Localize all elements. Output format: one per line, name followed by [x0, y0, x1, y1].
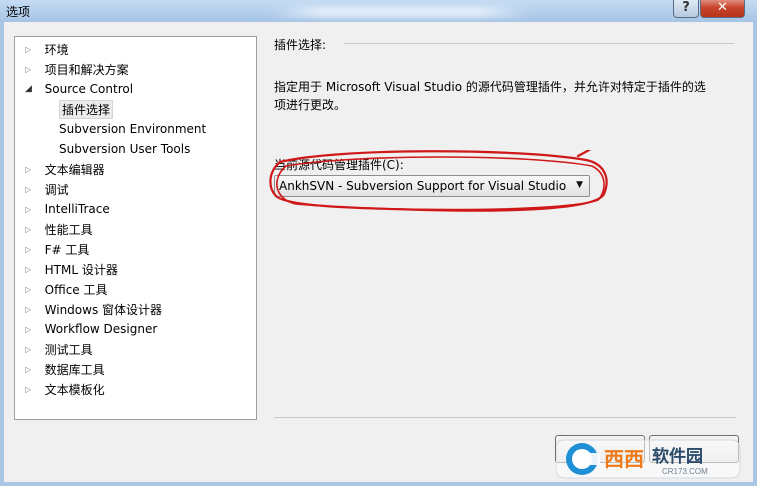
watermark-site: CR173.COM: [662, 467, 708, 476]
tree-item-label: Windows 窗体设计器: [44, 302, 163, 317]
tree-item-label: 项目和解决方案: [44, 62, 129, 77]
tree-item-label: F# 工具: [44, 242, 90, 257]
tree-item[interactable]: ▷ 项目和解决方案: [25, 60, 129, 78]
tree-item[interactable]: ▷ Office 工具: [25, 280, 107, 298]
watermark-brand: 西西: [604, 449, 644, 471]
tree-item[interactable]: ◢ Source Control: [25, 80, 133, 98]
tree-item[interactable]: ▷ F# 工具: [25, 240, 89, 258]
collapsed-arrow-icon[interactable]: ▷: [25, 325, 37, 334]
tree-item[interactable]: ▷ HTML 设计器: [25, 260, 118, 278]
collapsed-arrow-icon[interactable]: ▷: [25, 265, 37, 274]
collapsed-arrow-icon[interactable]: ▷: [25, 385, 37, 394]
tree-item-label: 环境: [44, 42, 69, 57]
bottom-divider: [274, 417, 736, 418]
tree-item-label: 文本模板化: [44, 382, 105, 397]
tree-item[interactable]: ▷ Workflow Designer: [25, 320, 157, 338]
help-icon: ?: [682, 0, 690, 15]
header-divider: [344, 43, 734, 44]
tree-item-label: Subversion Environment: [59, 122, 207, 136]
tree-item-label: Office 工具: [44, 282, 108, 297]
description-text: 指定用于 Microsoft Visual Studio 的源代码管理插件，并允…: [274, 78, 724, 114]
tree-item[interactable]: 插件选择: [59, 99, 114, 119]
tree-item-label: 文本编辑器: [44, 162, 105, 177]
tree-item[interactable]: ▷ 数据库工具: [25, 360, 105, 378]
tree-item-label: 性能工具: [44, 222, 93, 237]
tree-item[interactable]: ▷ IntelliTrace: [25, 200, 110, 218]
tree-item-label: HTML 设计器: [44, 262, 118, 277]
collapsed-arrow-icon[interactable]: ▷: [25, 305, 37, 314]
tree-item-label: 数据库工具: [44, 362, 105, 377]
tree-item[interactable]: ▷ 性能工具: [25, 220, 93, 238]
options-dialog: ▷ 环境 ▷ 项目和解决方案 ◢ Source Control 插件选择 Subvers…: [4, 22, 753, 482]
options-tree[interactable]: ▷ 环境 ▷ 项目和解决方案 ◢ Source Control 插件选择 Subvers…: [14, 36, 257, 420]
description-line-1: 指定用于 Microsoft Visual Studio 的源代码管理插件，并允…: [274, 80, 706, 94]
help-button[interactable]: ?: [673, 0, 699, 18]
tree-item-label: Source Control: [44, 82, 134, 96]
tree-item-label: 调试: [44, 182, 69, 197]
tree-item[interactable]: ▷ 环境: [25, 40, 69, 58]
collapsed-arrow-icon[interactable]: ▷: [25, 65, 37, 74]
tree-item-label: Subversion User Tools: [59, 142, 191, 156]
plugin-combobox[interactable]: AnkhSVN - Subversion Support for Visual …: [274, 175, 590, 197]
tree-item[interactable]: ▷ 文本模板化: [25, 380, 105, 398]
window-title: 选项: [6, 5, 31, 19]
tree-item[interactable]: ▷ 文本编辑器: [25, 160, 105, 178]
title-bar: 选项 ? ✕: [0, 0, 757, 22]
collapsed-arrow-icon[interactable]: ▷: [25, 205, 37, 214]
collapsed-arrow-icon[interactable]: ▷: [25, 365, 37, 374]
dropdown-arrow-icon[interactable]: ▼: [576, 180, 583, 190]
tree-item[interactable]: ▷ 测试工具: [25, 340, 93, 358]
close-icon: ✕: [717, 0, 728, 15]
plugin-combo-value: AnkhSVN - Subversion Support for Visual …: [279, 179, 567, 193]
collapsed-arrow-icon[interactable]: ▷: [25, 285, 37, 294]
section-header: 插件选择:: [274, 38, 327, 52]
tree-item[interactable]: ▷ 调试: [25, 180, 69, 198]
description-line-2: 项进行更改。: [274, 98, 347, 112]
watermark-name: 软件园: [652, 446, 703, 467]
watermark-logo: 西西 软件园 CR173.COM: [556, 439, 741, 479]
tree-item[interactable]: Subversion User Tools: [59, 140, 190, 158]
collapsed-arrow-icon[interactable]: ▷: [25, 245, 37, 254]
tree-item-label: 插件选择: [59, 99, 114, 119]
collapsed-arrow-icon[interactable]: ▷: [25, 185, 37, 194]
tree-item[interactable]: Subversion Environment: [59, 120, 206, 138]
collapsed-arrow-icon[interactable]: ▷: [25, 225, 37, 234]
collapsed-arrow-icon[interactable]: ▷: [25, 165, 37, 174]
expanded-arrow-icon[interactable]: ◢: [25, 84, 37, 94]
plugin-combo-label: 当前源代码管理插件(C):: [274, 158, 404, 172]
tree-item-label: 测试工具: [44, 342, 93, 357]
blurred-title-region: [270, 6, 530, 18]
tree-item-label: IntelliTrace: [44, 202, 110, 216]
close-button[interactable]: ✕: [700, 0, 745, 18]
tree-item-label: Workflow Designer: [44, 322, 158, 336]
collapsed-arrow-icon[interactable]: ▷: [25, 345, 37, 354]
collapsed-arrow-icon[interactable]: ▷: [25, 45, 37, 54]
tree-item[interactable]: ▷ Windows 窗体设计器: [25, 300, 162, 318]
